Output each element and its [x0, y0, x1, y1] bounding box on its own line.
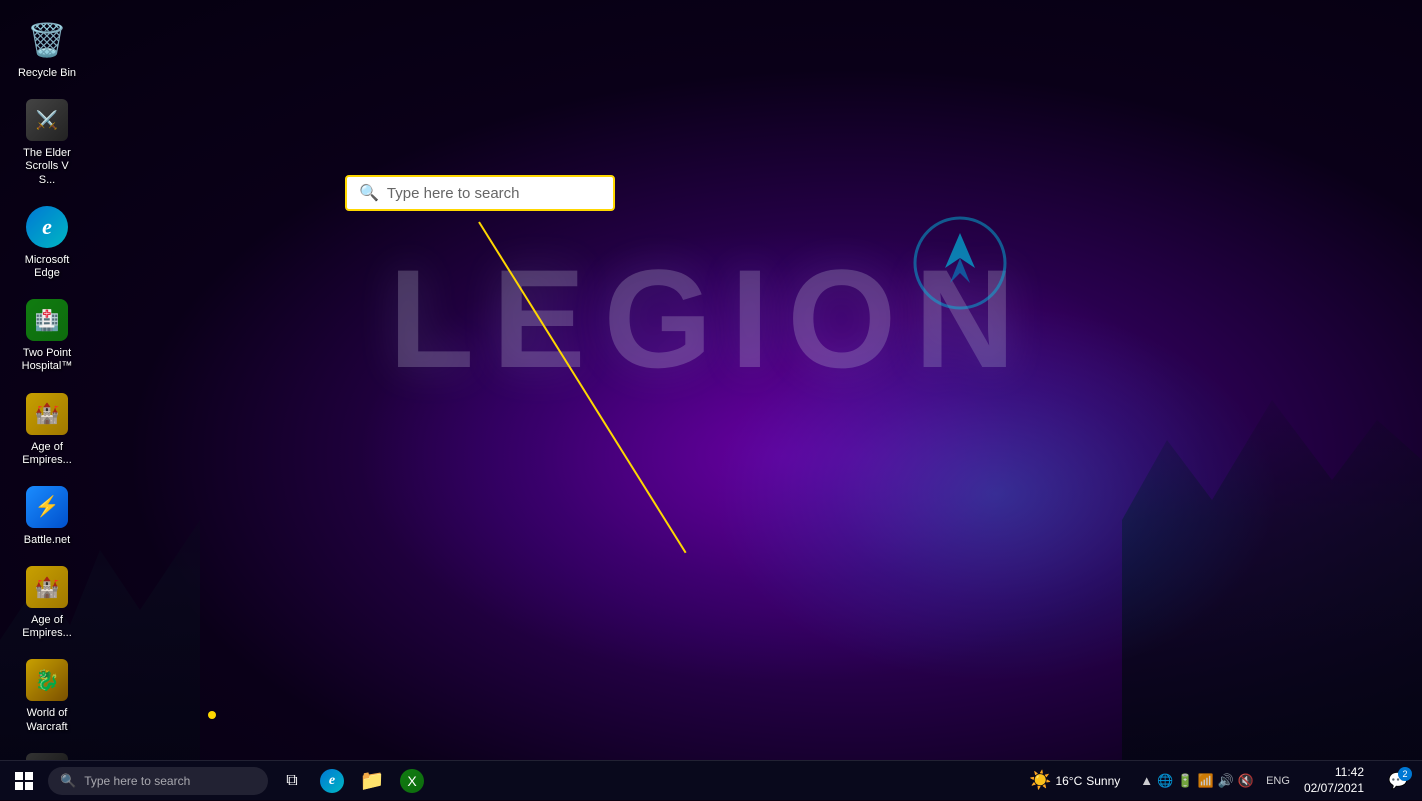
clock-date: 02/07/2021: [1304, 781, 1364, 797]
elder-scrolls-icon: ⚔️: [23, 96, 71, 144]
clock-time: 11:42: [1335, 765, 1364, 781]
rocks-right: [1122, 360, 1422, 760]
age-empires-1-icon: 🏰: [23, 390, 71, 438]
language-label: ENG: [1266, 775, 1290, 787]
tray-mute-icon[interactable]: 🔇: [1238, 773, 1254, 789]
tray-network-icon[interactable]: 🌐: [1157, 773, 1173, 789]
ff1-icon: ✨: [23, 750, 71, 760]
recycle-bin-icon: 🗑️: [23, 16, 71, 64]
tray-volume-icon[interactable]: 🔊: [1218, 773, 1234, 789]
desktop-icon-wow[interactable]: 🐉 World of Warcraft: [12, 652, 82, 737]
battlenet-icon: ⚡: [23, 483, 71, 531]
search-bar-box[interactable]: 🔍 Type here to search: [345, 175, 615, 211]
weather-sun-icon: ☀️: [1029, 770, 1051, 791]
weather-widget[interactable]: ☀️ 16°C Sunny: [1021, 770, 1128, 791]
desktop-icon-age-empires-2[interactable]: 🏰 Age of Empires...: [12, 559, 82, 644]
ms-edge-1-label: Microsoft Edge: [16, 254, 78, 280]
taskbar-edge-button[interactable]: e: [312, 761, 352, 801]
desktop-icons-area: 🗑️ Recycle Bin ⚔️ The Elder Scrolls V S.…: [0, 0, 160, 760]
taskbar-xbox-button[interactable]: X: [392, 761, 432, 801]
system-tray: ▲ 🌐 🔋 📶 🔊 🔇: [1134, 773, 1260, 789]
taskbar-edge-icon: e: [320, 769, 344, 793]
annotation-dot: [208, 711, 216, 719]
taskbar-right-area: ☀️ 16°C Sunny ▲ 🌐 🔋 📶 🔊 🔇 ENG 11:42 02/0…: [1021, 761, 1418, 801]
notification-badge: 2: [1398, 767, 1412, 781]
ms-edge-1-icon: e: [23, 203, 71, 251]
taskbar-folder-icon: 📁: [360, 768, 385, 793]
weather-temp: 16°C: [1055, 774, 1082, 788]
age-empires-2-icon: 🏰: [23, 563, 71, 611]
windows-logo-icon: [15, 772, 33, 790]
desktop-icon-ff1[interactable]: ✨ FINAL FANTASY ...: [12, 746, 82, 760]
age-empires-2-label: Age of Empires...: [16, 614, 78, 640]
search-overlay-placeholder: Type here to search: [387, 185, 520, 202]
battlenet-label: Battle.net: [24, 534, 70, 547]
tray-wifi-icon[interactable]: 📶: [1198, 773, 1214, 789]
recycle-bin-label: Recycle Bin: [18, 67, 76, 80]
taskbar-search-placeholder: Type here to search: [84, 774, 190, 788]
desktop-icon-battlenet[interactable]: ⚡ Battle.net: [12, 479, 82, 551]
task-view-button[interactable]: ⧉: [272, 761, 312, 801]
weather-condition: Sunny: [1086, 774, 1120, 788]
desktop-icon-two-point-hospital[interactable]: 🏥 Two Point Hospital™: [12, 292, 82, 377]
wow-label: World of Warcraft: [16, 707, 78, 733]
elder-scrolls-label: The Elder Scrolls V S...: [16, 147, 78, 187]
age-empires-1-label: Age of Empires...: [16, 441, 78, 467]
clock-widget[interactable]: 11:42 02/07/2021: [1296, 765, 1372, 796]
two-point-hospital-label: Two Point Hospital™: [16, 347, 78, 373]
notification-button[interactable]: 💬 2: [1378, 761, 1418, 801]
tray-battery-icon[interactable]: 🔋: [1177, 773, 1193, 789]
desktop-icon-age-empires-1[interactable]: 🏰 Age of Empires...: [12, 386, 82, 471]
two-point-hospital-icon: 🏥: [23, 296, 71, 344]
start-button[interactable]: [4, 761, 44, 801]
desktop-icon-recycle-bin[interactable]: 🗑️ Recycle Bin: [12, 12, 82, 84]
task-view-icon: ⧉: [286, 772, 297, 790]
taskbar-file-explorer-button[interactable]: 📁: [352, 761, 392, 801]
desktop: LEGION 🗑️ Recycle Bin ⚔️ The Elder Scrol…: [0, 0, 1422, 760]
desktop-icon-elder-scrolls[interactable]: ⚔️ The Elder Scrolls V S...: [12, 92, 82, 191]
tray-chevron-icon[interactable]: ▲: [1140, 773, 1153, 788]
search-magnifier-icon: 🔍: [359, 183, 379, 203]
taskbar-xbox-icon: X: [400, 769, 424, 793]
legion-y-logo: [910, 213, 1010, 313]
desktop-icon-ms-edge-1[interactable]: e Microsoft Edge: [12, 199, 82, 284]
taskbar: 🔍 Type here to search ⧉ e 📁 X ☀️ 16°C Su…: [0, 760, 1422, 800]
taskbar-search-icon: 🔍: [60, 773, 76, 789]
search-bar-overlay[interactable]: 🔍 Type here to search: [345, 175, 615, 211]
wow-icon: 🐉: [23, 656, 71, 704]
taskbar-search-bar[interactable]: 🔍 Type here to search: [48, 767, 268, 795]
